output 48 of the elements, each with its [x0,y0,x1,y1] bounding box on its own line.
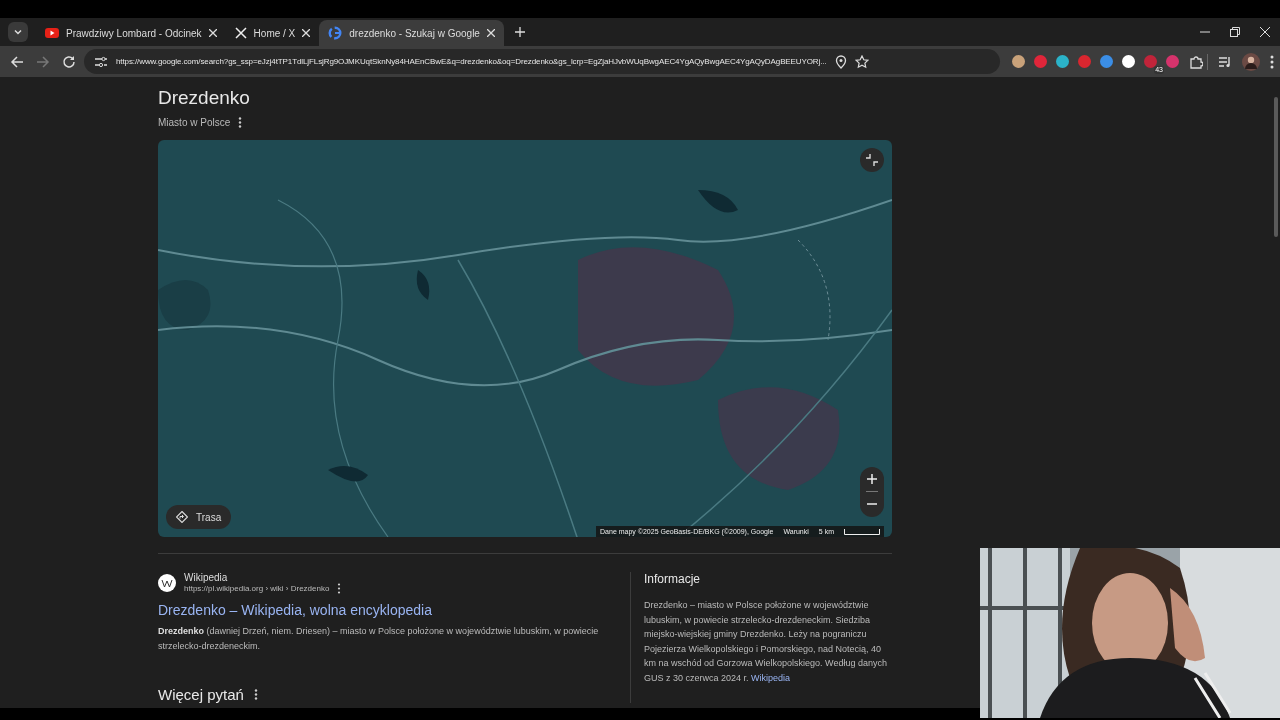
tab-list-button[interactable] [8,22,28,42]
browser-tab[interactable]: drezdenko - Szukaj w Google [319,20,504,46]
extension-icon[interactable] [1056,55,1069,68]
reload-icon [62,54,76,69]
info-heading: Informacje [644,572,702,586]
chevron-down-icon [13,27,23,37]
place-subtitle: Miasto w Polsce [158,116,231,128]
more-options-icon[interactable] [253,689,258,700]
back-arrow-icon [10,54,24,69]
info-paragraph: Drezdenko – miasto w Polsce położone w województwie lubuskim, w powiecie strzelecko-drezdeneckim. Siedziba miejsko-wiejskiej gminy Drezdenko. Leży na pograniczu Pojezierza Wielkopolskiego i Pomorskiego, nad Notecią, 40 km na wschód od Gorzowa Wielkopolskiego. Według danych GUS z 30 czerwca 2024 r. Wikipedia [644,599,888,685]
close-icon[interactable] [486,29,495,37]
browser-tab[interactable]: Prawdziwy Lombard - Odcinek [36,20,226,46]
x-logo-icon [234,27,247,39]
forward-arrow-icon [36,54,50,69]
close-icon [1260,27,1270,37]
menu-icon[interactable] [1270,54,1274,69]
bookmark-star-icon[interactable] [854,54,869,69]
more-options-icon[interactable] [238,116,243,128]
wikipedia-link[interactable]: Wikipedia [751,672,791,683]
plus-icon [867,474,877,484]
directions-button[interactable]: Trasa [166,505,232,529]
source-name: Wikipedia [184,572,229,583]
close-icon[interactable] [208,29,217,37]
url-text: https://www.google.com/search?gs_ssp=eJzj4tTP1TdlLjFLsjRg9OJMKUqtSknNy84HAEnCBwE&q=drezdenko&oq=Drezdenko&gs_lcrp=EgZjaHJvbWUqBwgAEC4YgAQyBwgAEC4YgAQyDAgBEEUYORj... [116,57,827,66]
media-list-icon[interactable] [1218,54,1232,69]
site-settings-icon [94,54,108,69]
browser-tab[interactable]: Home / X [225,20,320,46]
restore-icon [1230,27,1240,37]
g-logo-icon [328,26,343,40]
section-heading: Więcej pytań [158,686,244,703]
location-pin-icon[interactable] [834,54,847,69]
place-title: Drezdenko [158,86,251,110]
collapse-icon [866,154,878,166]
plus-icon [514,27,525,37]
scale-bar-icon [844,528,880,535]
extension-icon[interactable] [1122,55,1135,68]
close-icon[interactable] [302,29,311,37]
directions-icon [176,511,188,523]
extensions-puzzle-icon[interactable] [1189,54,1203,69]
result-snippet: Drezdenko (dawniej Drzeń, niem. Driesen) – miasto w Polsce położone w województwie lubuskim, w powiecie strzelecko-drezdeneckim. [158,625,600,653]
extension-icon[interactable] [1012,55,1025,68]
more-options-icon[interactable] [337,583,342,594]
wikipedia-logo-icon [158,574,176,592]
play-logo-icon [45,28,59,38]
breadcrumb-url: https://pl.wikipedia.org › wiki › Drezdenko [184,584,330,593]
profile-avatar-icon[interactable] [1242,52,1260,71]
address-bar[interactable]: https://www.google.com/search?gs_ssp=eJzj4tTP1TdlLjFLsjRg9OJMKUqtSknNy84HAEnCBwE&q=drezdenko&oq=Drezdenko&gs_lcrp=EgZjaHJvbWUqBwgAEC4YgAQyBwgAEC4YgAQyDAgBEEUYORj... [84,49,1000,74]
result-title-link[interactable]: Drezdenko – Wikipedia, wolna encyklopedia [158,602,630,618]
